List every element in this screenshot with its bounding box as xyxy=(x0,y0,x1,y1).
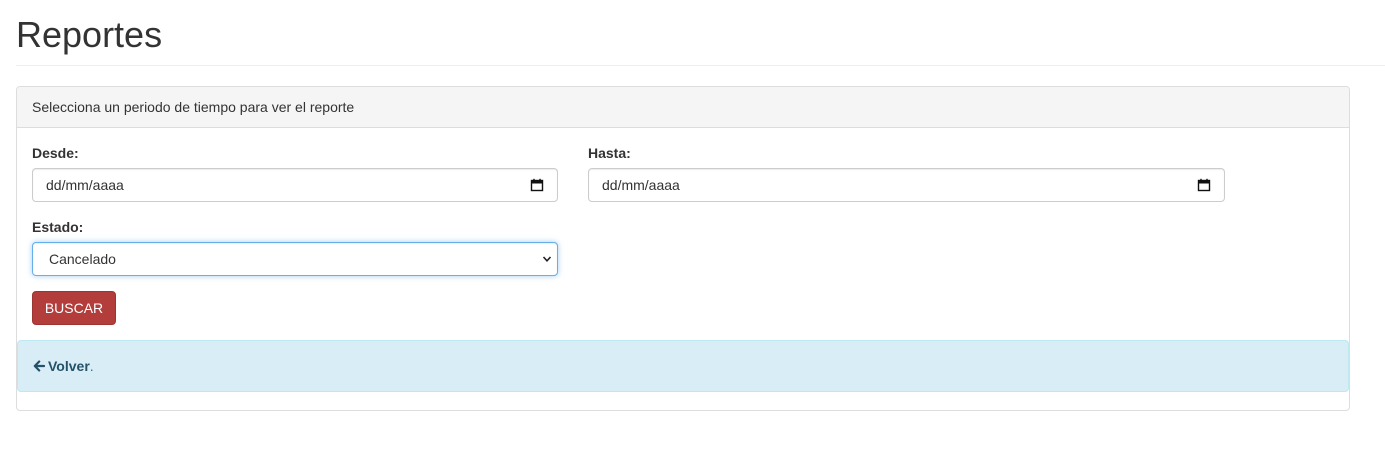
estado-label: Estado: xyxy=(32,219,84,235)
estado-select[interactable]: Cancelado xyxy=(32,242,558,276)
chevron-down-icon xyxy=(542,256,552,262)
desde-label: Desde: xyxy=(32,145,79,161)
hasta-label: Hasta: xyxy=(588,145,631,161)
title-divider xyxy=(16,65,1385,66)
estado-selected-value: Cancelado xyxy=(49,251,116,267)
back-link[interactable]: Volver xyxy=(33,358,90,374)
hasta-date-value: dd/mm/aaaa xyxy=(602,177,680,193)
calendar-icon[interactable] xyxy=(530,178,544,192)
desde-date-input[interactable]: dd/mm/aaaa xyxy=(32,168,558,202)
info-alert: Volver. xyxy=(17,340,1349,392)
back-link-label[interactable]: Volver xyxy=(48,358,90,374)
panel-heading: Selecciona un periodo de tiempo para ver… xyxy=(17,87,1349,128)
back-link-suffix: . xyxy=(89,358,94,374)
calendar-icon[interactable] xyxy=(1197,178,1211,192)
arrow-left-icon xyxy=(33,360,45,372)
report-panel: Selecciona un periodo de tiempo para ver… xyxy=(16,86,1350,411)
page-title: Reportes xyxy=(16,14,163,55)
desde-date-value: dd/mm/aaaa xyxy=(46,177,124,193)
buscar-button[interactable]: BUSCAR xyxy=(32,291,116,325)
hasta-date-input[interactable]: dd/mm/aaaa xyxy=(588,168,1225,202)
